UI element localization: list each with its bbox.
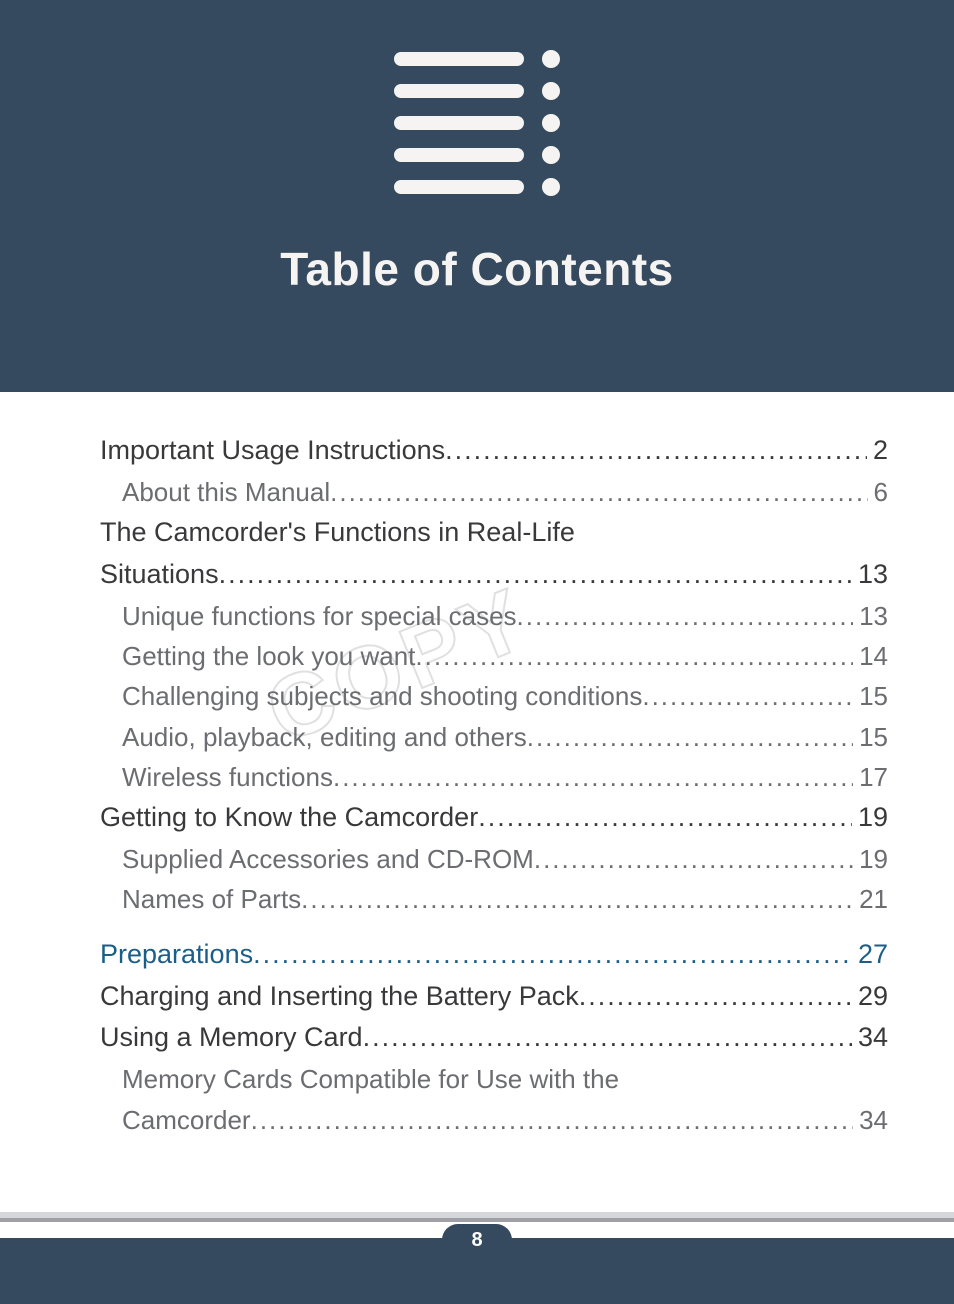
toc-content: Important Usage Instructions 2 About thi… [100, 430, 888, 1140]
toc-label: Wireless functions [122, 757, 333, 797]
toc-label: About this Manual [122, 472, 330, 512]
toc-page: 34 [852, 1017, 888, 1059]
toc-label: Unique functions for special cases [122, 596, 517, 636]
toc-label: Preparations [100, 934, 253, 976]
toc-label: Challenging subjects and shooting condit… [122, 676, 642, 716]
toc-label: Names of Parts [122, 879, 301, 919]
toc-page: 29 [852, 976, 888, 1018]
toc-page: 17 [853, 757, 888, 797]
toc-label: Using a Memory Card [100, 1017, 363, 1059]
toc-page: 14 [853, 636, 888, 676]
toc-page: 34 [853, 1100, 888, 1140]
toc-label: Getting to Know the Camcorder [100, 797, 478, 839]
toc-leader [445, 430, 867, 472]
toc-label: Situations [100, 554, 219, 596]
toc-entry[interactable]: Getting to Know the Camcorder 19 [100, 797, 888, 839]
toc-entry[interactable]: Wireless functions 17 [100, 757, 888, 797]
toc-leader [527, 717, 853, 757]
toc-entry[interactable]: Using a Memory Card 34 [100, 1017, 888, 1059]
toc-entry[interactable]: Supplied Accessories and CD-ROM 19 [100, 839, 888, 879]
toc-page: 21 [853, 879, 888, 919]
page-header: Table of Contents [0, 0, 954, 392]
toc-chapter[interactable]: Preparations 27 [100, 934, 888, 976]
toc-leader [333, 757, 853, 797]
toc-label: Memory Cards Compatible for Use with the [122, 1059, 619, 1099]
toc-entry[interactable]: Names of Parts 21 [100, 879, 888, 919]
toc-entry[interactable]: Important Usage Instructions 2 [100, 430, 888, 472]
toc-leader [219, 554, 852, 596]
toc-label: Getting the look you want [122, 636, 415, 676]
toc-list-icon [394, 50, 560, 196]
toc-leader [330, 472, 867, 512]
toc-entry[interactable]: Getting the look you want 14 [100, 636, 888, 676]
page-root: Table of Contents COPY Important Usage I… [0, 0, 954, 1304]
toc-label: Audio, playback, editing and others [122, 717, 527, 757]
toc-page: 2 [867, 430, 888, 472]
toc-label: Camcorder [122, 1100, 251, 1140]
toc-page: 19 [853, 839, 888, 879]
toc-leader [478, 797, 852, 839]
toc-page: 15 [853, 717, 888, 757]
toc-entry[interactable]: The Camcorder's Functions in Real-Life S… [100, 512, 888, 596]
toc-entry[interactable]: Unique functions for special cases 13 [100, 596, 888, 636]
toc-leader [363, 1017, 852, 1059]
toc-leader [642, 676, 853, 716]
toc-page: 6 [868, 472, 888, 512]
toc-entry[interactable]: Audio, playback, editing and others 15 [100, 717, 888, 757]
toc-label: Important Usage Instructions [100, 430, 445, 472]
page-footer: 8 [0, 1212, 954, 1304]
toc-entry[interactable]: Charging and Inserting the Battery Pack … [100, 976, 888, 1018]
page-number-badge: 8 [442, 1224, 512, 1256]
footer-divider [0, 1218, 954, 1222]
toc-entry[interactable]: Memory Cards Compatible for Use with the… [100, 1059, 888, 1140]
toc-leader [579, 976, 852, 1018]
toc-leader [253, 934, 852, 976]
toc-page: 13 [853, 596, 888, 636]
toc-leader [301, 879, 853, 919]
toc-entry[interactable]: About this Manual 6 [100, 472, 888, 512]
toc-page: 27 [852, 934, 888, 976]
toc-page: 19 [852, 797, 888, 839]
toc-label: Charging and Inserting the Battery Pack [100, 976, 579, 1018]
toc-leader [534, 839, 853, 879]
toc-page: 15 [853, 676, 888, 716]
toc-leader [251, 1100, 853, 1140]
toc-entry[interactable]: Challenging subjects and shooting condit… [100, 676, 888, 716]
toc-label: Supplied Accessories and CD-ROM [122, 839, 534, 879]
toc-label: The Camcorder's Functions in Real-Life [100, 512, 575, 554]
toc-leader [517, 596, 854, 636]
page-title: Table of Contents [280, 242, 674, 296]
toc-leader [415, 636, 853, 676]
toc-page: 13 [852, 554, 888, 596]
